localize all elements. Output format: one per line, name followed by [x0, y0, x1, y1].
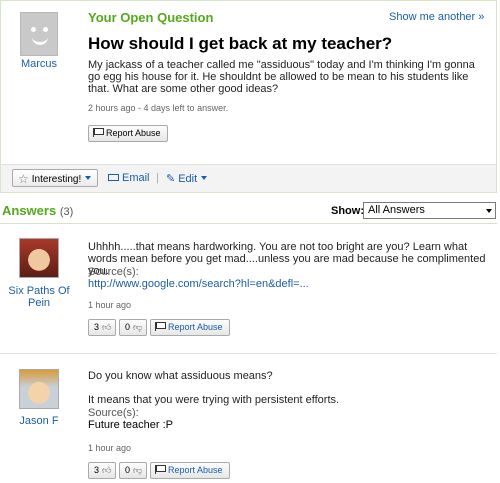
pencil-icon: ✎	[166, 173, 176, 185]
thumbs-up-button[interactable]: 3 👍︎	[88, 462, 117, 479]
chevron-down-icon	[486, 209, 492, 213]
answer-text: It means that you were trying with persi…	[88, 394, 340, 406]
chevron-down-icon	[85, 176, 92, 180]
chevron-down-icon	[201, 176, 208, 180]
answerer-name[interactable]: Jason F	[8, 415, 70, 427]
flag-icon	[155, 322, 166, 331]
answerer-avatar[interactable]	[19, 238, 59, 278]
thumbs-down-icon: 👎︎	[133, 465, 143, 475]
flag-icon	[93, 128, 104, 137]
answerer-avatar[interactable]	[19, 369, 59, 409]
thumbs-down-icon: 👎︎	[133, 322, 143, 332]
show-filter-select[interactable]: All Answers	[363, 202, 496, 219]
answers-heading: Answers (3)	[2, 203, 73, 218]
down-count: 0	[125, 465, 131, 475]
question-time: 2 hours ago - 4 days left to answer.	[88, 103, 229, 113]
answer-text: Do you know what assiduous means?	[88, 370, 273, 382]
report-label: Report Abuse	[168, 322, 223, 332]
thumbs-up-button[interactable]: 3 👍︎	[88, 319, 117, 336]
interesting-button[interactable]: ☆ Interesting!	[12, 169, 99, 187]
envelope-icon	[108, 174, 119, 181]
asker-avatar[interactable]	[20, 12, 58, 56]
answer-time: 1 hour ago	[88, 300, 132, 310]
flag-icon	[155, 465, 166, 474]
question-body: My jackass of a teacher called me "assid…	[88, 59, 475, 95]
report-label: Report Abuse	[168, 465, 223, 475]
answers-label: Answers	[2, 203, 57, 218]
up-count: 3	[94, 465, 100, 475]
thumbs-up-icon: 👍︎	[102, 322, 112, 332]
asker-name[interactable]: Marcus	[10, 58, 68, 70]
star-icon: ☆	[18, 172, 29, 186]
answer-text: Uhhhh.....that means hardworking. You ar…	[88, 241, 486, 277]
avatar-mouth	[32, 37, 48, 45]
up-count: 3	[94, 322, 100, 332]
answerer-name-line: Six Paths Of	[8, 285, 70, 297]
source-label: Source(s):	[88, 266, 139, 278]
edit-link[interactable]: ✎ Edit	[166, 172, 208, 185]
thumbs-down-button[interactable]: 0 👎︎	[119, 462, 148, 479]
avatar-eye	[43, 27, 48, 32]
thumbs-down-button[interactable]: 0 👎︎	[119, 319, 148, 336]
report-abuse-button[interactable]: Report Abuse	[150, 462, 230, 479]
answerer-name[interactable]: Six Paths Of Pein	[8, 285, 70, 309]
show-filter-value: All Answers	[368, 204, 425, 216]
email-label: Email	[122, 172, 150, 184]
answers-count: (3)	[59, 206, 74, 218]
source-text: Future teacher :P	[88, 419, 173, 431]
source-link[interactable]: http://www.google.com/search?hl=en&defl=…	[88, 278, 309, 290]
report-abuse-button[interactable]: Report Abuse	[88, 125, 168, 142]
show-another-link[interactable]: Show me another »	[389, 11, 484, 23]
report-abuse-button[interactable]: Report Abuse	[150, 319, 230, 336]
answers-rule	[0, 223, 497, 224]
email-link[interactable]: Email	[108, 172, 150, 184]
interesting-label: Interesting!	[31, 174, 82, 185]
question-title: How should I get back at my teacher?	[88, 34, 393, 53]
answer-divider	[0, 353, 497, 354]
avatar-eye	[31, 27, 36, 32]
down-count: 0	[125, 322, 131, 332]
edit-label: Edit	[178, 173, 198, 185]
show-label: Show:	[331, 205, 364, 217]
report-label: Report Abuse	[106, 128, 161, 138]
source-label: Source(s):	[88, 407, 139, 419]
answerer-name-line: Pein	[27, 297, 51, 309]
answer-time: 1 hour ago	[88, 443, 132, 453]
section-label: Your Open Question	[88, 10, 214, 25]
thumbs-up-icon: 👍︎	[102, 465, 112, 475]
divider: |	[156, 172, 159, 184]
